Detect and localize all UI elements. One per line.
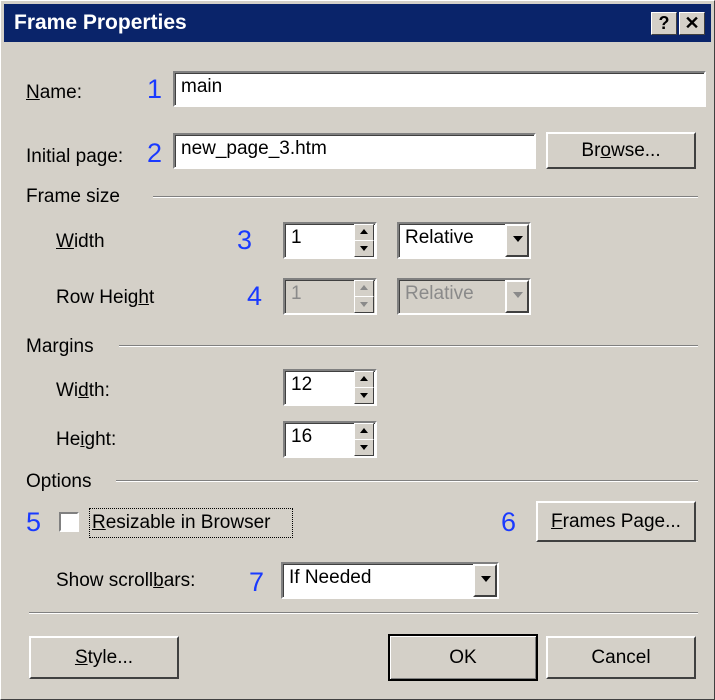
up-arrow-icon (360, 229, 368, 234)
ok-button[interactable]: OK (388, 634, 538, 681)
frame-size-divider (153, 196, 698, 198)
row-height-label: Row Height (56, 287, 155, 308)
annotation-3: 3 (237, 225, 253, 255)
scrollbars-dropdown-button[interactable] (473, 564, 497, 597)
margin-width-spinner[interactable] (354, 371, 374, 404)
margin-height-spinner[interactable] (354, 423, 374, 456)
footer-divider (29, 612, 698, 614)
annotation-7: 7 (249, 567, 265, 597)
help-icon: ? (658, 13, 670, 33)
chevron-down-icon (513, 236, 523, 242)
resizable-checkbox[interactable] (59, 512, 79, 532)
annotation-5: 5 (26, 507, 42, 537)
down-arrow-icon (360, 393, 368, 398)
options-section-label: Options (26, 471, 92, 492)
frame-width-spinner[interactable] (354, 224, 374, 257)
initial-page-input[interactable]: new_page_3.htm (173, 133, 536, 169)
frames-page-button[interactable]: Frames Page... (536, 501, 696, 542)
margin-width-label: Width: (56, 380, 110, 401)
dialog-title: Frame Properties (14, 11, 187, 34)
annotation-2: 2 (147, 138, 163, 168)
spin-up-button (354, 280, 374, 297)
chevron-down-icon (481, 576, 491, 582)
up-arrow-icon (360, 428, 368, 433)
style-button[interactable]: Style... (29, 636, 179, 679)
close-icon: ✕ (684, 13, 700, 33)
frame-properties-dialog: Frame Properties ? ✕ Name: 1 main Initia… (0, 0, 715, 700)
spin-up-button[interactable] (354, 224, 374, 241)
name-label: Name: (26, 82, 82, 103)
spin-down-button (354, 296, 374, 313)
margin-height-label: Height: (56, 429, 117, 450)
row-height-unit-dropdown-button (505, 280, 529, 313)
spin-down-button[interactable] (354, 439, 374, 456)
chevron-down-icon (513, 292, 523, 298)
initial-page-label: Initial page: (26, 146, 124, 167)
spin-up-button[interactable] (354, 371, 374, 388)
annotation-6: 6 (501, 507, 517, 537)
frame-width-unit-dropdown-button[interactable] (505, 224, 529, 257)
annotation-1: 1 (147, 74, 163, 104)
margins-divider (119, 345, 698, 347)
show-scrollbars-label: Show scrollbars: (56, 570, 196, 591)
name-input[interactable]: main (173, 71, 706, 107)
frame-size-section-label: Frame size (26, 186, 120, 207)
resizable-label[interactable]: Resizable in Browser (92, 512, 270, 534)
close-button[interactable]: ✕ (679, 12, 705, 35)
down-arrow-icon (360, 246, 368, 251)
row-height-spinner (354, 280, 374, 313)
up-arrow-icon (360, 285, 368, 290)
down-arrow-icon (360, 302, 368, 307)
options-divider (116, 480, 698, 482)
help-button[interactable]: ? (651, 12, 677, 35)
title-bar: Frame Properties ? ✕ (4, 4, 711, 42)
spin-up-button[interactable] (354, 423, 374, 440)
cancel-button[interactable]: Cancel (546, 636, 696, 679)
margins-section-label: Margins (26, 336, 94, 357)
spin-down-button[interactable] (354, 240, 374, 257)
down-arrow-icon (360, 445, 368, 450)
browse-button[interactable]: Browse... (546, 132, 696, 169)
annotation-4: 4 (247, 281, 263, 311)
scrollbars-select[interactable]: If Needed (281, 562, 499, 599)
up-arrow-icon (360, 376, 368, 381)
frame-width-label: Width (56, 231, 105, 252)
spin-down-button[interactable] (354, 387, 374, 404)
